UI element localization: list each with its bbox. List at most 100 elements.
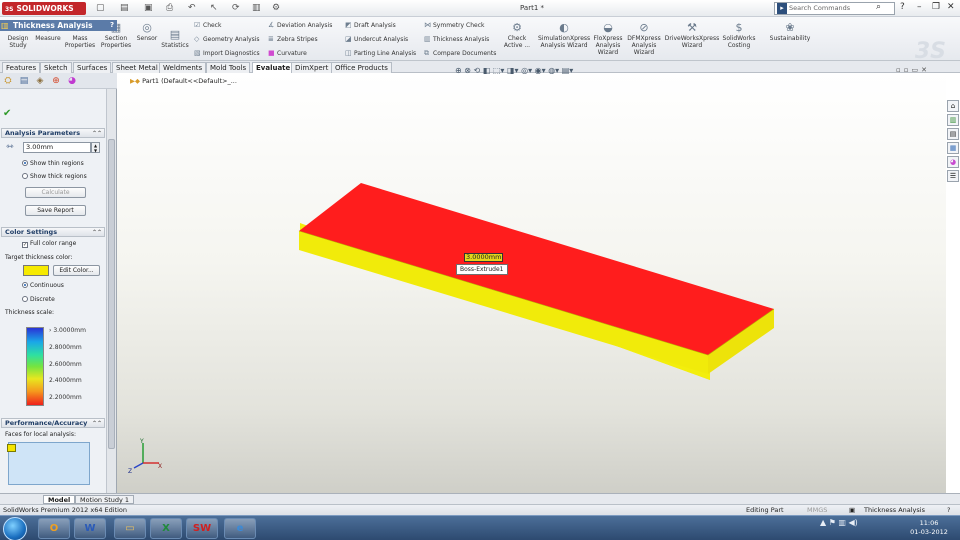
file-explorer-icon[interactable]: ▤ bbox=[947, 128, 959, 140]
units-status[interactable]: MMGS bbox=[807, 505, 827, 515]
floxpress-button[interactable]: ◒ FloXpress Analysis Wizard bbox=[592, 21, 624, 56]
check-active-button[interactable]: ⚙ Check Active ... bbox=[502, 21, 532, 49]
graphics-area[interactable] bbox=[117, 73, 946, 493]
tab-evaluate[interactable]: Evaluate bbox=[252, 62, 295, 73]
thickness-analysis-button[interactable]: ▥ Thickness Analysis bbox=[424, 35, 489, 43]
viewport-window-controls[interactable]: ▫▫▭✕ bbox=[896, 66, 930, 74]
target-thickness-input[interactable]: 3.00mm bbox=[23, 142, 91, 153]
simulationxpress-button[interactable]: ◐ SimulationXpress Analysis Wizard bbox=[538, 21, 590, 49]
apply-scene-icon[interactable]: ◍▾ bbox=[548, 66, 559, 75]
sustainability-button[interactable]: ❀ Sustainability bbox=[768, 21, 812, 42]
custom-properties-icon[interactable]: ☰ bbox=[947, 170, 959, 182]
geometry-analysis-button[interactable]: ◇ Geometry Analysis bbox=[194, 35, 260, 43]
calculate-button[interactable]: Calculate bbox=[25, 187, 86, 198]
appearances-icon[interactable]: ◕ bbox=[947, 156, 959, 168]
parting-line-analysis-button[interactable]: ◫ Parting Line Analysis bbox=[345, 49, 416, 57]
target-color-swatch[interactable] bbox=[23, 265, 49, 276]
taskbar-excel[interactable]: X bbox=[150, 518, 182, 539]
full-color-range-checkbox[interactable]: ✓ Full color range bbox=[22, 240, 76, 248]
solidworks-resources-icon[interactable]: ⌂ bbox=[947, 100, 959, 112]
file-properties-icon[interactable]: ▥ bbox=[252, 3, 261, 13]
taskbar-solidworks[interactable]: SW bbox=[186, 518, 218, 539]
feature-manager-icon[interactable]: ⛭ bbox=[2, 75, 14, 87]
scrollbar-thumb[interactable] bbox=[108, 139, 115, 449]
property-manager-icon[interactable]: ▤ bbox=[18, 75, 30, 87]
display-style-icon[interactable]: ◨▾ bbox=[507, 66, 519, 75]
driveworksxpress-button[interactable]: ⚒ DriveWorksXpress Wizard bbox=[664, 21, 720, 49]
curvature-button[interactable]: ■ Curvature bbox=[268, 49, 307, 57]
dimxpert-manager-icon[interactable]: ⊕ bbox=[50, 75, 62, 87]
taskbar-word[interactable]: W bbox=[74, 518, 106, 539]
statistics-button[interactable]: ▤ Statistics bbox=[160, 28, 190, 49]
help-icon[interactable]: ? bbox=[900, 2, 905, 12]
tab-features[interactable]: Features bbox=[2, 62, 41, 73]
compare-documents-button[interactable]: ⧉ Compare Documents bbox=[424, 49, 496, 58]
discrete-radio[interactable]: Discrete bbox=[22, 296, 55, 303]
import-diagnostics-button[interactable]: ▧ Import Diagnostics bbox=[194, 49, 260, 57]
tray-volume-icon[interactable]: ◀) bbox=[849, 518, 858, 527]
edit-appearance-icon[interactable]: ◉▾ bbox=[535, 66, 546, 75]
hide-show-items-icon[interactable]: ◎▾ bbox=[521, 66, 532, 75]
part-model[interactable] bbox=[117, 73, 946, 493]
tab-dimxpert[interactable]: DimXpert bbox=[291, 62, 333, 73]
costing-button[interactable]: $ SolidWorks Costing bbox=[722, 21, 756, 49]
solidworks-logo[interactable]: 3S SOLIDWORKS bbox=[2, 2, 86, 15]
select-icon[interactable]: ↖ bbox=[210, 3, 218, 13]
tab-weldments[interactable]: Weldments bbox=[159, 62, 207, 73]
zoom-to-fit-icon[interactable]: ⊕ bbox=[455, 66, 462, 75]
previous-view-icon[interactable]: ⟲ bbox=[474, 66, 481, 75]
open-icon[interactable]: ▤ bbox=[120, 3, 129, 13]
view-orientation-icon[interactable]: ⬚▾ bbox=[493, 66, 505, 75]
color-settings-header[interactable]: Color Settings ⌃⌃ bbox=[1, 227, 105, 237]
minimize-icon[interactable]: – bbox=[917, 2, 922, 12]
new-icon[interactable]: ▢ bbox=[96, 3, 105, 13]
tray-expand-icon[interactable]: ▲ bbox=[820, 518, 826, 527]
search-icon[interactable]: ⌕ bbox=[876, 2, 881, 12]
view-settings-icon[interactable]: ▤▾ bbox=[562, 66, 574, 75]
tray-flag-icon[interactable]: ⚑ bbox=[829, 518, 836, 527]
dfmxpress-button[interactable]: ⊘ DFMXpress Analysis Wizard bbox=[626, 21, 662, 56]
design-library-icon[interactable]: ▥ bbox=[947, 114, 959, 126]
check-button[interactable]: ☑ Check bbox=[194, 21, 221, 29]
help-status-icon[interactable]: ? bbox=[947, 505, 950, 515]
taskbar-explorer[interactable]: ▭ bbox=[114, 518, 146, 539]
show-thin-regions-radio[interactable]: Show thin regions bbox=[22, 160, 84, 167]
undercut-analysis-button[interactable]: ◪ Undercut Analysis bbox=[345, 35, 408, 43]
taskbar-clock[interactable]: 11:06 01-03-2012 bbox=[904, 519, 954, 537]
rebuild-icon[interactable]: ⟳ bbox=[232, 3, 240, 13]
tab-surfaces[interactable]: Surfaces bbox=[73, 62, 112, 73]
tab-sheet-metal[interactable]: Sheet Metal bbox=[112, 62, 162, 73]
restore-icon[interactable]: ❐ bbox=[932, 2, 940, 12]
undo-icon[interactable]: ↶ bbox=[188, 3, 196, 13]
tray-network-icon[interactable]: ▥ bbox=[838, 518, 846, 527]
continuous-radio[interactable]: Continuous bbox=[22, 282, 64, 289]
thickness-spinner[interactable]: ▲ ▼ bbox=[91, 142, 100, 153]
save-report-button[interactable]: Save Report bbox=[25, 205, 86, 216]
tab-office-products[interactable]: Office Products bbox=[331, 62, 392, 73]
configuration-manager-icon[interactable]: ◈ bbox=[34, 75, 46, 87]
faces-selection-box[interactable] bbox=[8, 442, 90, 485]
show-thick-regions-radio[interactable]: Show thick regions bbox=[22, 173, 87, 180]
sensor-button[interactable]: ◎ Sensor bbox=[134, 21, 160, 42]
print-icon[interactable]: ⎙ bbox=[166, 3, 173, 13]
help-icon[interactable]: ? bbox=[110, 20, 114, 31]
performance-accuracy-header[interactable]: Performance/Accuracy ⌃⌃ bbox=[1, 418, 105, 428]
options-icon[interactable]: ⚙ bbox=[272, 3, 280, 13]
ok-button[interactable]: ✔ bbox=[3, 108, 11, 119]
taskbar-outlook[interactable]: O bbox=[38, 518, 70, 539]
start-button[interactable] bbox=[3, 517, 27, 540]
tab-model[interactable]: Model bbox=[43, 495, 76, 504]
view-palette-icon[interactable]: ▦ bbox=[947, 142, 959, 154]
save-icon[interactable]: ▣ bbox=[144, 3, 153, 13]
zoom-to-area-icon[interactable]: ⊗ bbox=[464, 66, 471, 75]
feature-tree-flyout[interactable]: ▶◆ Part1 (Default<<Default>_... bbox=[130, 77, 237, 85]
section-view-icon[interactable]: ◧ bbox=[483, 66, 491, 75]
zebra-stripes-button[interactable]: ≣ Zebra Stripes bbox=[268, 35, 318, 43]
analysis-parameters-header[interactable]: Analysis Parameters ⌃⌃ bbox=[1, 128, 105, 138]
draft-analysis-button[interactable]: ◩ Draft Analysis bbox=[345, 21, 396, 29]
display-manager-icon[interactable]: ◕ bbox=[66, 75, 78, 87]
edit-color-button[interactable]: Edit Color... bbox=[53, 265, 100, 276]
tab-mold-tools[interactable]: Mold Tools bbox=[206, 62, 251, 73]
tab-motion-study-1[interactable]: Motion Study 1 bbox=[75, 495, 135, 504]
taskbar-internet-explorer[interactable]: e bbox=[224, 518, 256, 539]
